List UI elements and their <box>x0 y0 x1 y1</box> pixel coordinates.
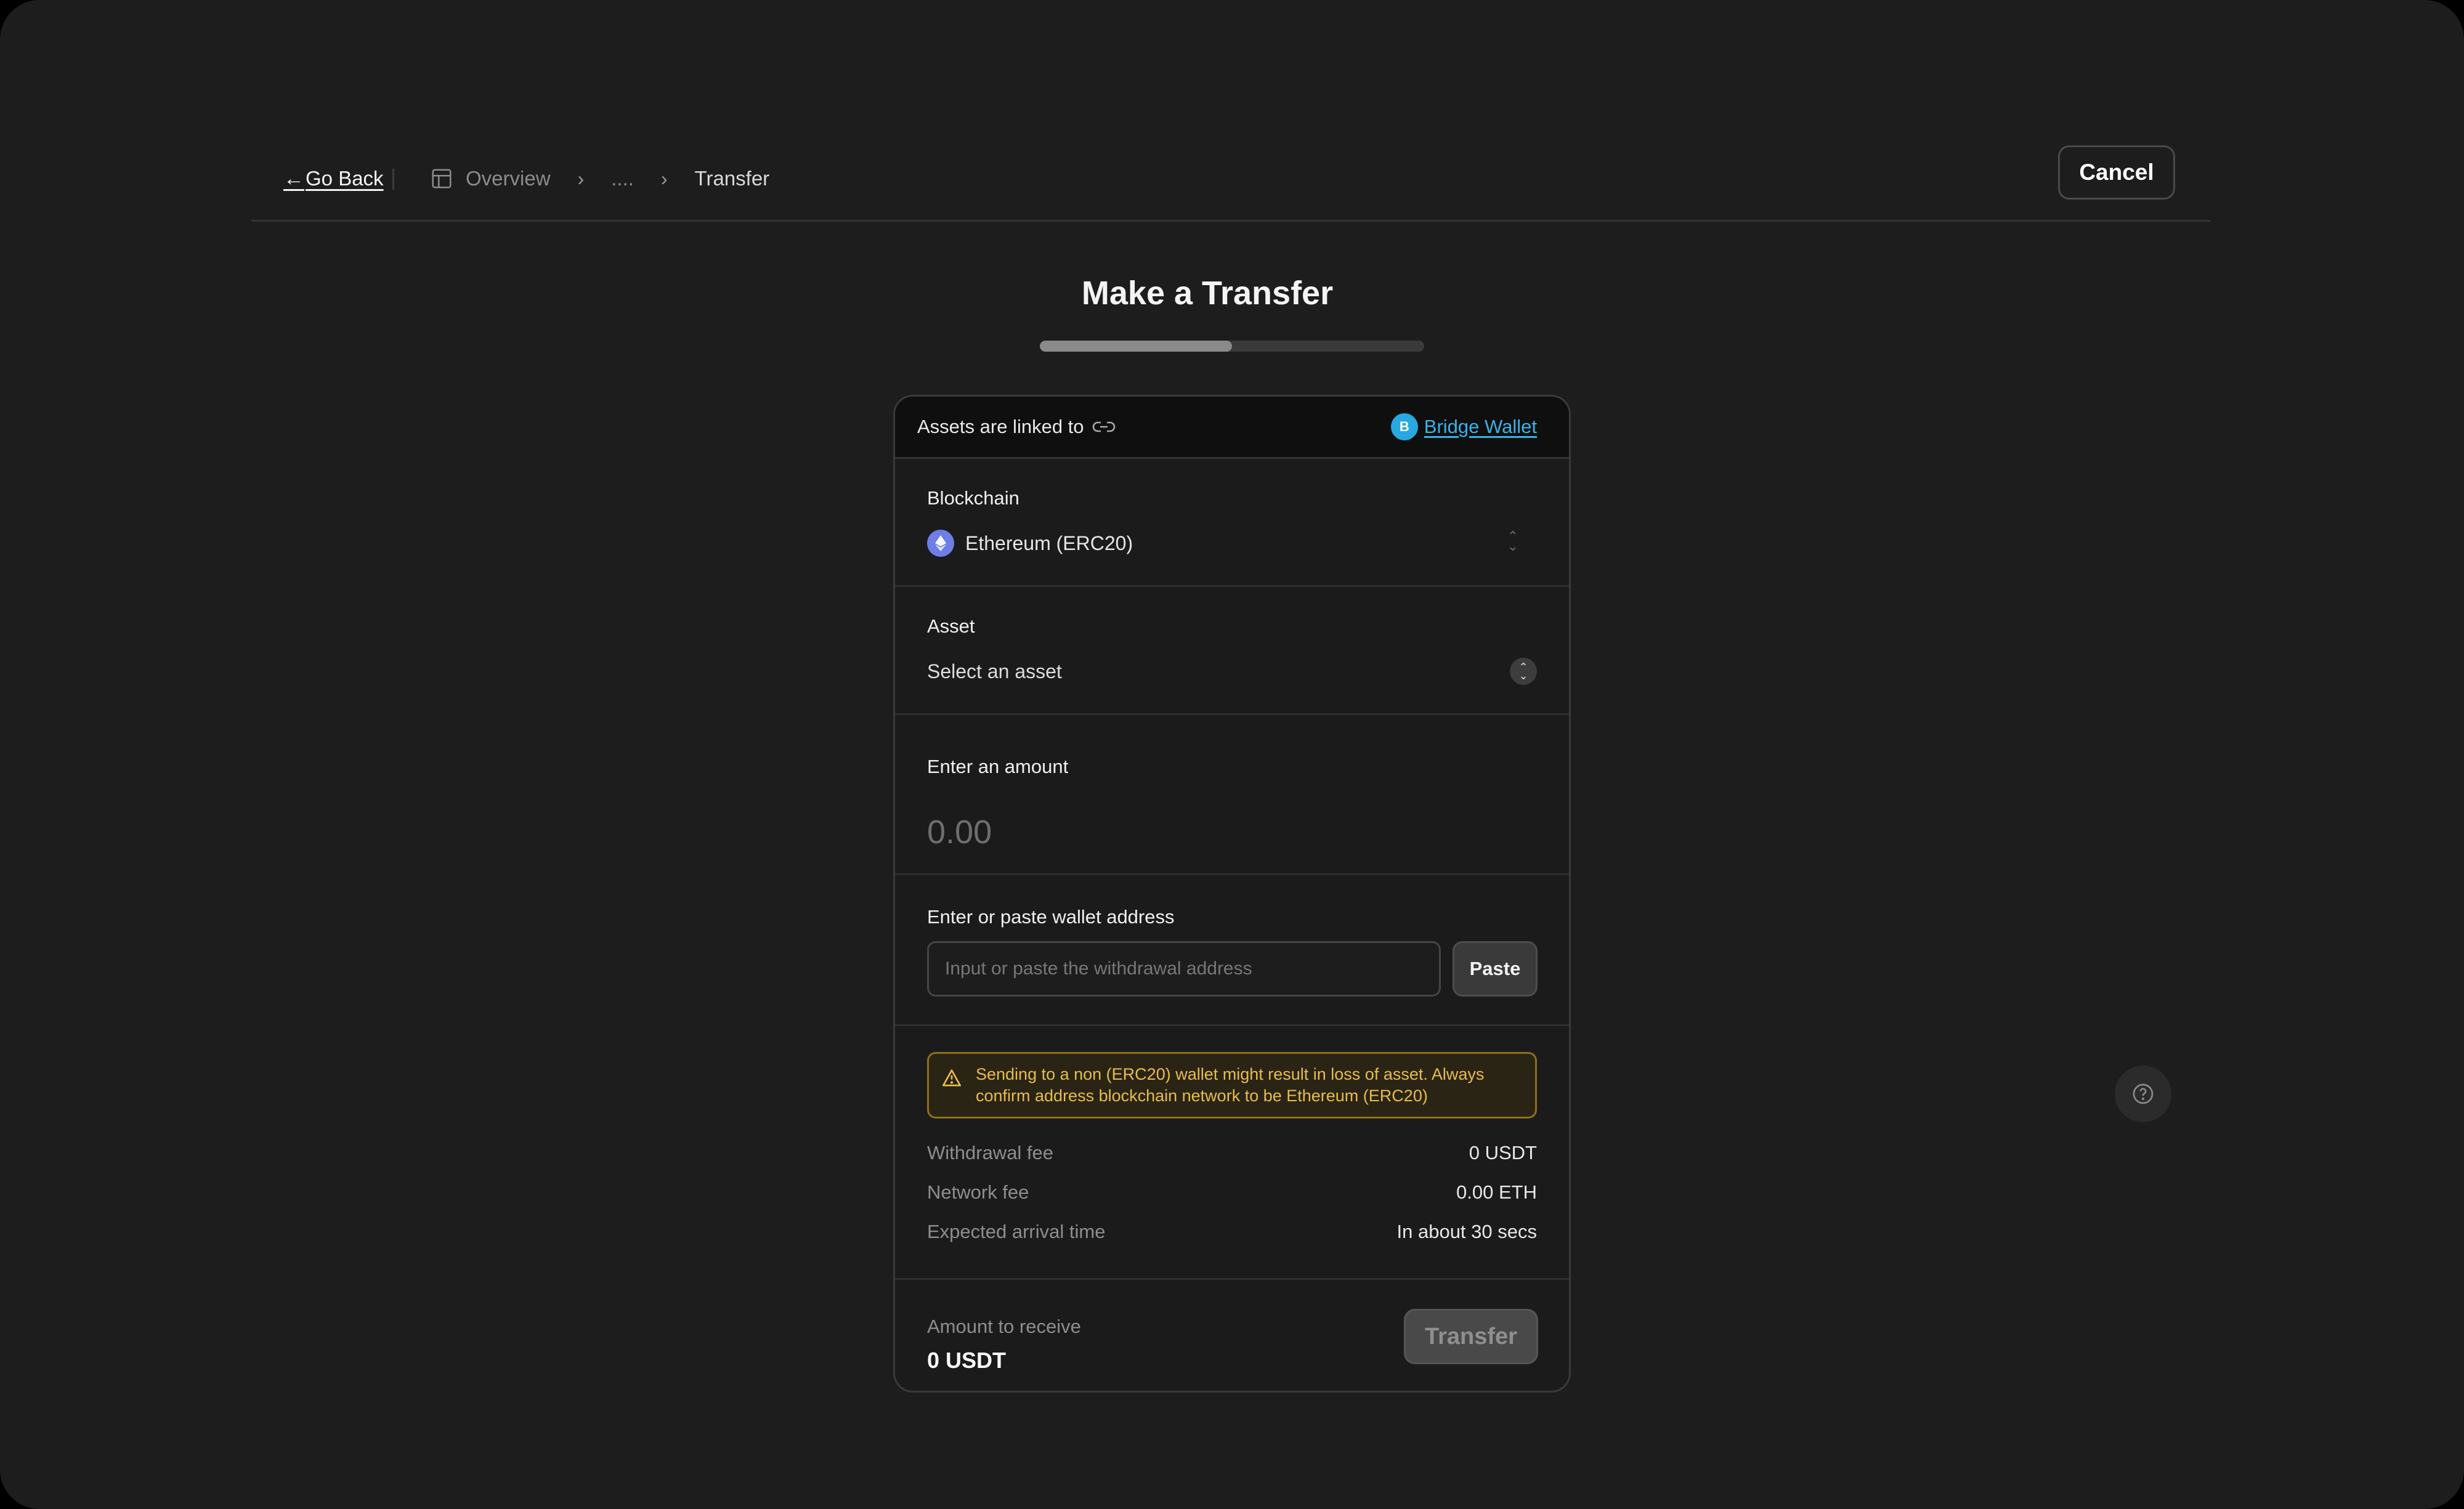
asset-select[interactable]: Asset Select an asset ⌃ ⌄ <box>895 587 1569 715</box>
amount-section: Enter an amount <box>895 715 1569 875</box>
breadcrumb-overview[interactable]: Overview <box>466 167 551 190</box>
receive-section: Amount to receive 0 USDT Transfer <box>895 1280 1569 1391</box>
transfer-button[interactable]: Transfer <box>1404 1309 1538 1364</box>
fee-row-arrival: Expected arrival time In about 30 secs <box>927 1220 1537 1244</box>
breadcrumb: Overview › .... › Transfer <box>430 160 769 197</box>
linked-info: Assets are linked to <box>917 416 1116 438</box>
progress-fill <box>1040 341 1232 352</box>
blockchain-select[interactable]: Blockchain Ethereum (ERC20) ⌃ ⌄ <box>895 459 1569 587</box>
link-icon <box>1092 421 1115 432</box>
warning-banner: Sending to a non (ERC20) wallet might re… <box>927 1052 1537 1119</box>
cancel-button[interactable]: Cancel <box>2058 145 2175 200</box>
wallet-address-input[interactable] <box>927 941 1441 997</box>
fee-row-withdrawal: Withdrawal fee 0 USDT <box>927 1141 1537 1165</box>
fee-label: Withdrawal fee <box>927 1142 1054 1163</box>
fee-value: 0.00 ETH <box>1456 1181 1537 1203</box>
fee-label: Expected arrival time <box>927 1221 1106 1242</box>
chevron-right-icon: › <box>660 167 668 190</box>
fee-value: 0 USDT <box>1469 1142 1537 1163</box>
updown-icon[interactable]: ⌃ ⌄ <box>1510 658 1537 685</box>
go-back-label: Go Back <box>306 167 384 190</box>
blockchain-value-row: Ethereum (ERC20) ⌃ ⌄ <box>927 528 1537 559</box>
breadcrumb-current: Transfer <box>694 167 770 190</box>
help-button[interactable] <box>2115 1066 2171 1122</box>
blockchain-value: Ethereum (ERC20) <box>965 532 1133 554</box>
bridge-wallet-link[interactable]: Bridge Wallet <box>1424 416 1537 438</box>
fees-section: Sending to a non (ERC20) wallet might re… <box>895 1026 1569 1280</box>
go-back-link[interactable]: ← Go Back <box>283 160 384 197</box>
asset-label: Asset <box>927 615 975 637</box>
fee-value: In about 30 secs <box>1396 1221 1538 1242</box>
page-title: Make a Transfer <box>1081 275 1334 312</box>
layout-icon <box>432 169 452 188</box>
linked-text: Assets are linked to <box>917 416 1084 437</box>
amount-label: Enter an amount <box>927 756 1069 777</box>
breadcrumb-ellipsis[interactable]: .... <box>611 167 634 190</box>
card-header: Assets are linked to B Bridge Wallet <box>895 397 1569 459</box>
amount-input[interactable] <box>927 807 1358 857</box>
warning-icon <box>942 1069 961 1086</box>
fee-label: Network fee <box>927 1181 1029 1203</box>
progress-bar <box>1040 341 1424 352</box>
transfer-card: Assets are linked to B Bridge Wallet Blo… <box>893 395 1571 1393</box>
ethereum-icon <box>927 530 954 557</box>
paste-button[interactable]: Paste <box>1453 941 1538 997</box>
fee-row-network: Network fee 0.00 ETH <box>927 1180 1537 1205</box>
divider <box>392 169 394 190</box>
help-icon <box>2133 1083 2154 1104</box>
wallet-badge: B <box>1390 413 1418 440</box>
address-section: Enter or paste wallet address Paste <box>895 875 1569 1026</box>
blockchain-label: Blockchain <box>927 487 1019 509</box>
asset-value: Select an asset <box>927 660 1062 682</box>
asset-value-row: Select an asset ⌃ ⌄ <box>927 656 1537 687</box>
wallet-info: B Bridge Wallet <box>1390 413 1537 440</box>
chevron-right-icon: › <box>577 167 585 190</box>
arrow-left-icon: ← <box>283 166 304 190</box>
app-frame: ← Go Back Overview › .... › Transfer Can… <box>0 0 2464 1509</box>
receive-label: Amount to receive <box>927 1316 1081 1337</box>
warning-text: Sending to a non (ERC20) wallet might re… <box>976 1065 1485 1105</box>
address-label: Enter or paste wallet address <box>927 906 1175 928</box>
updown-icon[interactable]: ⌃ ⌄ <box>1507 530 1518 553</box>
receive-value: 0 USDT <box>927 1348 1007 1373</box>
top-bar: ← Go Back Overview › .... › Transfer Can… <box>251 142 2210 222</box>
